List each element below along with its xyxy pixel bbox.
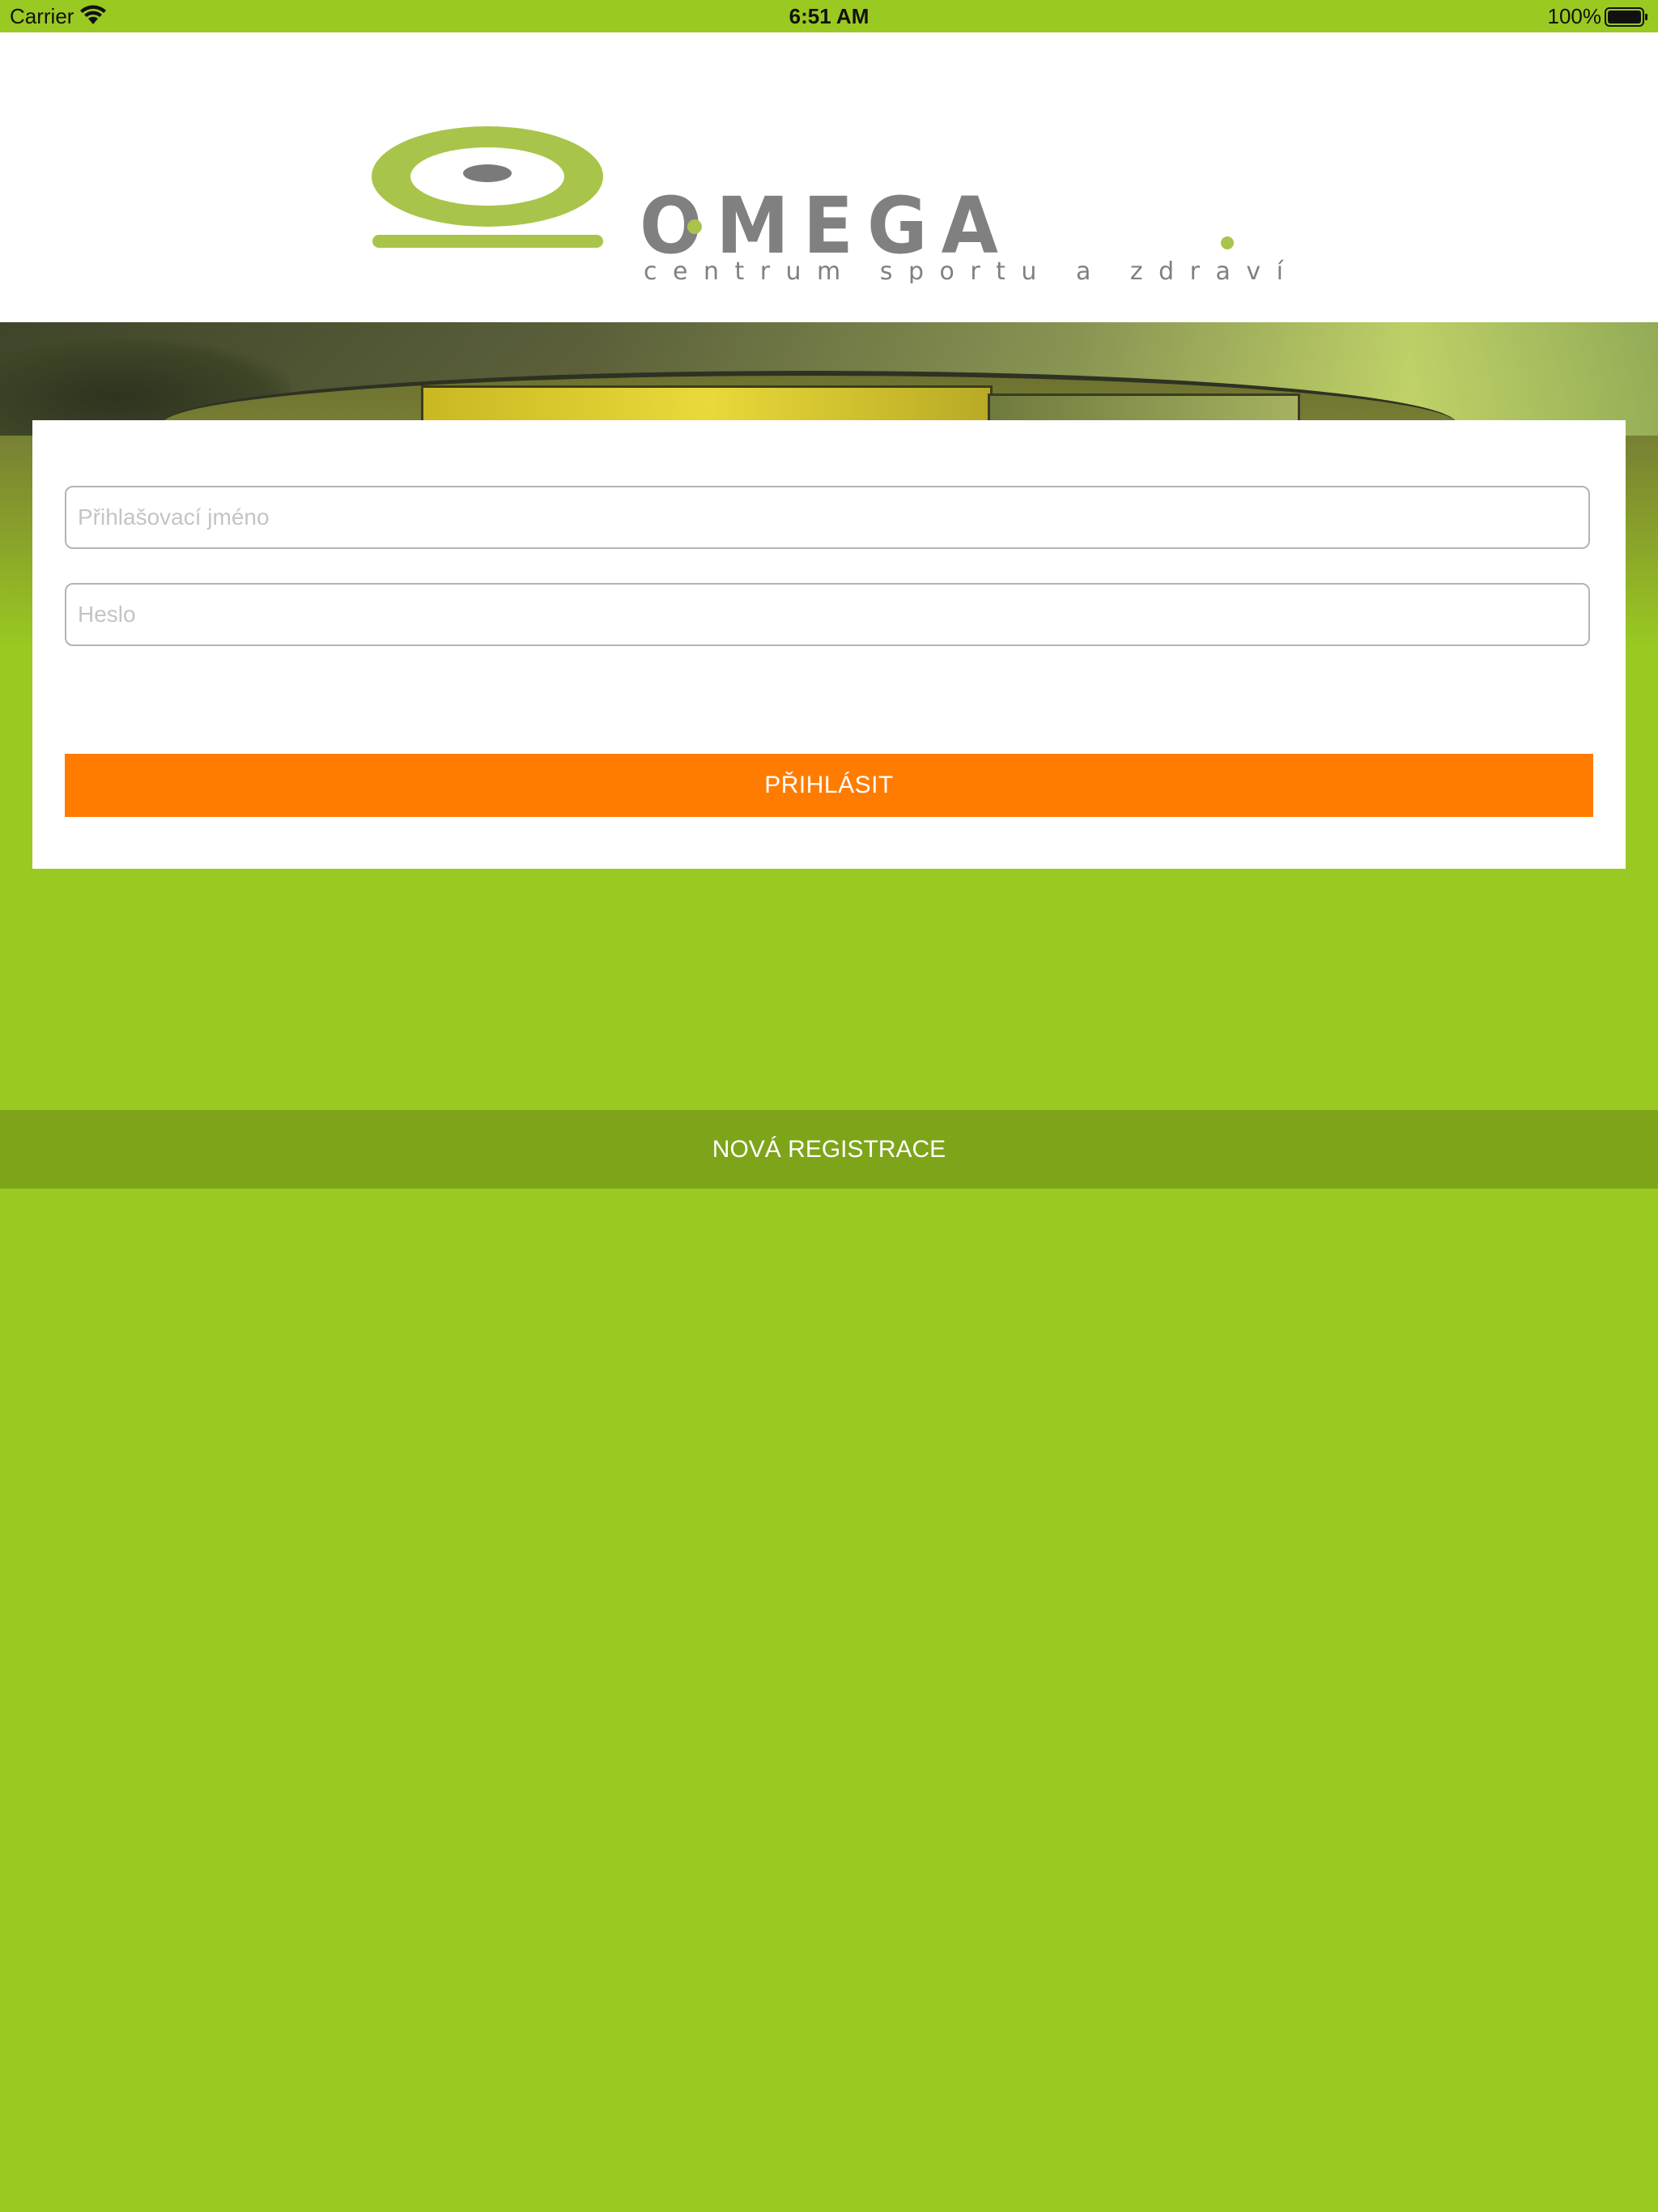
logo-header: OMEGA centrum sportu a zdraví <box>0 32 1658 322</box>
login-card: PŘIHLÁSIT <box>32 420 1626 869</box>
register-button[interactable]: NOVÁ REGISTRACE <box>0 1110 1658 1189</box>
clock: 6:51 AM <box>789 4 869 28</box>
login-button[interactable]: PŘIHLÁSIT <box>65 754 1593 817</box>
omega-logo: OMEGA centrum sportu a zdraví <box>372 126 1285 283</box>
username-input[interactable] <box>65 486 1590 549</box>
password-input[interactable] <box>65 583 1590 646</box>
status-bar: Carrier 6:51 AM 100% <box>0 0 1658 32</box>
battery-icon <box>1605 7 1648 32</box>
battery-percent: 100% <box>1547 4 1602 28</box>
